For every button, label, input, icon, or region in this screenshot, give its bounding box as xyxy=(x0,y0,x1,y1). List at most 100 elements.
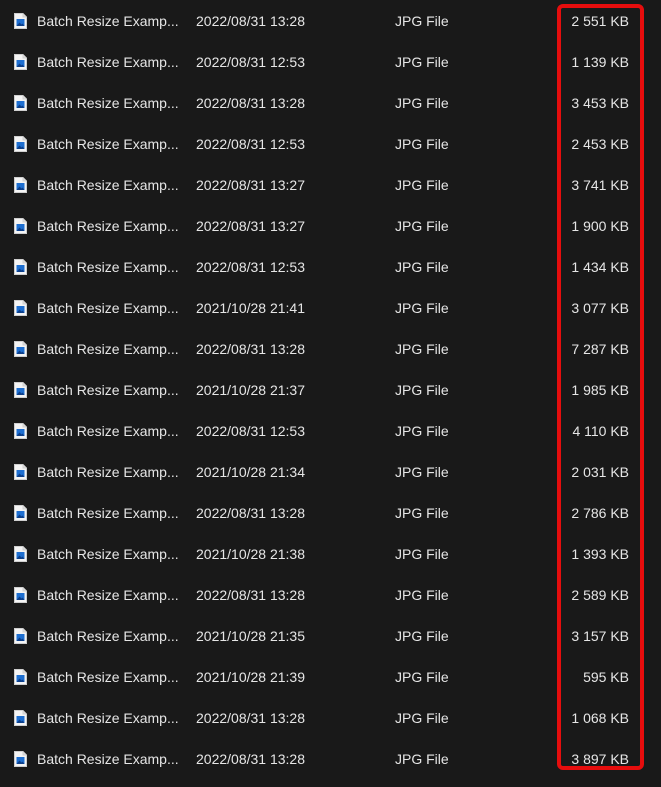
file-size: 1 139 KB xyxy=(571,53,629,70)
file-date-modified: 2021/10/28 21:37 xyxy=(196,381,305,398)
jpg-file-icon xyxy=(14,627,27,644)
file-row[interactable]: Batch Resize Examp... 2022/08/31 13:28 JPG… xyxy=(0,738,661,779)
file-name: Batch Resize Examp... xyxy=(37,53,179,70)
file-size: 2 589 KB xyxy=(571,586,629,603)
file-date-modified: 2022/08/31 13:28 xyxy=(196,586,305,603)
jpg-file-icon xyxy=(14,586,27,603)
file-size: 2 551 KB xyxy=(571,12,629,29)
file-name: Batch Resize Examp... xyxy=(37,12,179,29)
file-size: 3 077 KB xyxy=(571,299,629,316)
file-date-modified: 2021/10/28 21:38 xyxy=(196,545,305,562)
file-row[interactable]: Batch Resize Examp... 2021/10/28 21:39 JPG… xyxy=(0,656,661,697)
file-row[interactable]: Batch Resize Examp... 2021/10/28 21:38 JPG… xyxy=(0,533,661,574)
file-size: 3 897 KB xyxy=(571,750,629,767)
file-type: JPG File xyxy=(395,381,449,398)
file-row[interactable]: Batch Resize Examp... 2021/10/28 21:37 JPG… xyxy=(0,369,661,410)
file-name: Batch Resize Examp... xyxy=(37,217,179,234)
file-type: JPG File xyxy=(395,422,449,439)
file-row[interactable]: Batch Resize Examp... 2022/08/31 12:53 JPG… xyxy=(0,410,661,451)
file-date-modified: 2022/08/31 13:27 xyxy=(196,176,305,193)
file-row[interactable]: Batch Resize Examp... 2022/08/31 13:28 JPG… xyxy=(0,574,661,615)
file-name: Batch Resize Examp... xyxy=(37,258,179,275)
file-date-modified: 2022/08/31 13:28 xyxy=(196,709,305,726)
file-name: Batch Resize Examp... xyxy=(37,381,179,398)
file-name: Batch Resize Examp... xyxy=(37,709,179,726)
file-size: 1 068 KB xyxy=(571,709,629,726)
file-date-modified: 2021/10/28 21:34 xyxy=(196,463,305,480)
file-type: JPG File xyxy=(395,750,449,767)
jpg-file-icon xyxy=(14,340,27,357)
file-type: JPG File xyxy=(395,627,449,644)
file-name: Batch Resize Examp... xyxy=(37,545,179,562)
file-name: Batch Resize Examp... xyxy=(37,668,179,685)
file-row[interactable]: Batch Resize Examp... 2022/08/31 13:28 JPG… xyxy=(0,697,661,738)
file-name: Batch Resize Examp... xyxy=(37,135,179,152)
file-name: Batch Resize Examp... xyxy=(37,340,179,357)
file-size: 3 453 KB xyxy=(571,94,629,111)
jpg-file-icon xyxy=(14,668,27,685)
file-row[interactable]: Batch Resize Examp... 2022/08/31 13:27 JPG… xyxy=(0,164,661,205)
jpg-file-icon xyxy=(14,217,27,234)
file-row[interactable]: Batch Resize Examp... 2022/08/31 13:28 JPG… xyxy=(0,0,661,41)
file-row[interactable]: Batch Resize Examp... 2022/08/31 13:27 JPG… xyxy=(0,205,661,246)
file-date-modified: 2022/08/31 13:28 xyxy=(196,750,305,767)
file-name: Batch Resize Examp... xyxy=(37,176,179,193)
file-type: JPG File xyxy=(395,586,449,603)
file-row[interactable]: Batch Resize Examp... 2021/10/28 21:34 JPG… xyxy=(0,451,661,492)
file-row[interactable]: Batch Resize Examp... 2022/08/31 12:53 JPG… xyxy=(0,41,661,82)
file-row[interactable]: Batch Resize Examp... 2022/08/31 13:28 JPG… xyxy=(0,492,661,533)
file-name: Batch Resize Examp... xyxy=(37,586,179,603)
file-name: Batch Resize Examp... xyxy=(37,504,179,521)
file-type: JPG File xyxy=(395,299,449,316)
file-size: 2 031 KB xyxy=(571,463,629,480)
file-type: JPG File xyxy=(395,504,449,521)
file-size: 595 KB xyxy=(583,668,629,685)
file-row[interactable]: Batch Resize Examp... 2022/08/31 13:28 JPG… xyxy=(0,328,661,369)
file-date-modified: 2022/08/31 12:53 xyxy=(196,422,305,439)
jpg-file-icon xyxy=(14,258,27,275)
file-row[interactable]: Batch Resize Examp... 2021/10/28 21:41 JPG… xyxy=(0,287,661,328)
file-date-modified: 2022/08/31 13:28 xyxy=(196,94,305,111)
file-date-modified: 2021/10/28 21:41 xyxy=(196,299,305,316)
file-size: 1 393 KB xyxy=(571,545,629,562)
file-row[interactable]: Batch Resize Examp... 2021/10/28 21:35 JPG… xyxy=(0,615,661,656)
file-row[interactable]: Batch Resize Examp... 2022/08/31 12:53 JPG… xyxy=(0,246,661,287)
jpg-file-icon xyxy=(14,504,27,521)
file-type: JPG File xyxy=(395,135,449,152)
file-name: Batch Resize Examp... xyxy=(37,94,179,111)
file-size: 3 741 KB xyxy=(571,176,629,193)
file-date-modified: 2022/08/31 12:53 xyxy=(196,258,305,275)
file-size: 2 786 KB xyxy=(571,504,629,521)
file-size: 1 985 KB xyxy=(571,381,629,398)
file-row[interactable]: Batch Resize Examp... 2022/08/31 13:28 JPG… xyxy=(0,82,661,123)
jpg-file-icon xyxy=(14,381,27,398)
file-date-modified: 2021/10/28 21:39 xyxy=(196,668,305,685)
file-size: 3 157 KB xyxy=(571,627,629,644)
file-date-modified: 2022/08/31 12:53 xyxy=(196,135,305,152)
file-date-modified: 2021/10/28 21:35 xyxy=(196,627,305,644)
file-name: Batch Resize Examp... xyxy=(37,627,179,644)
file-type: JPG File xyxy=(395,258,449,275)
file-name: Batch Resize Examp... xyxy=(37,463,179,480)
file-size: 1 900 KB xyxy=(571,217,629,234)
file-type: JPG File xyxy=(395,12,449,29)
file-row[interactable]: Batch Resize Examp... 2022/08/31 12:53 JPG… xyxy=(0,123,661,164)
jpg-file-icon xyxy=(14,750,27,767)
file-type: JPG File xyxy=(395,709,449,726)
file-type: JPG File xyxy=(395,463,449,480)
jpg-file-icon xyxy=(14,422,27,439)
file-type: JPG File xyxy=(395,94,449,111)
jpg-file-icon xyxy=(14,545,27,562)
file-size: 2 453 KB xyxy=(571,135,629,152)
jpg-file-icon xyxy=(14,53,27,70)
file-type: JPG File xyxy=(395,668,449,685)
file-type: JPG File xyxy=(395,545,449,562)
jpg-file-icon xyxy=(14,299,27,316)
jpg-file-icon xyxy=(14,176,27,193)
file-size: 7 287 KB xyxy=(571,340,629,357)
file-name: Batch Resize Examp... xyxy=(37,750,179,767)
jpg-file-icon xyxy=(14,135,27,152)
file-type: JPG File xyxy=(395,340,449,357)
file-name: Batch Resize Examp... xyxy=(37,422,179,439)
file-type: JPG File xyxy=(395,176,449,193)
